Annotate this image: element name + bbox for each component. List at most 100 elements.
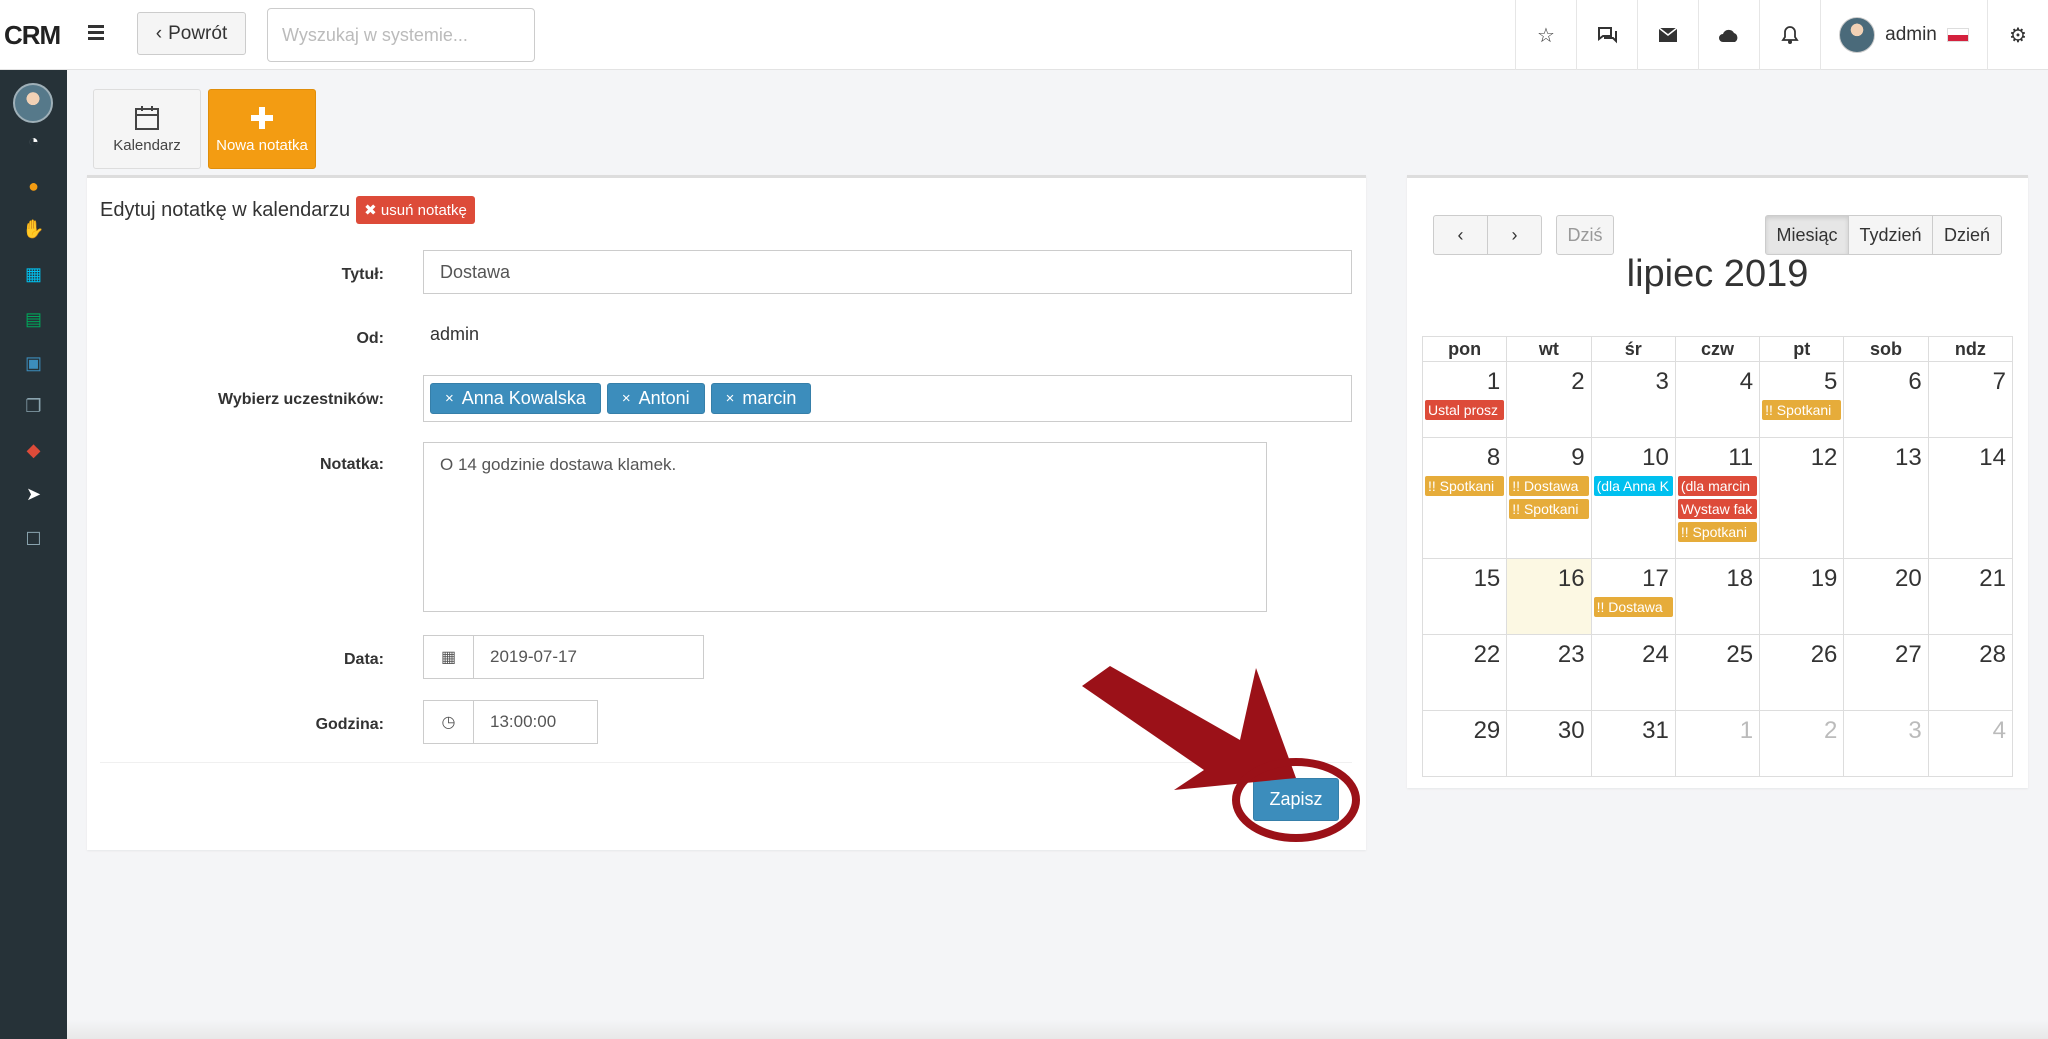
dashboard-icon[interactable]: ◔ xyxy=(0,126,67,156)
next-month-button[interactable]: › xyxy=(1487,215,1542,255)
calendar-event[interactable]: Wystaw fak xyxy=(1677,499,1758,519)
day-number: 23 xyxy=(1557,641,1585,668)
envelope-icon[interactable] xyxy=(1637,0,1698,70)
day-cell[interactable]: 19 xyxy=(1759,558,1845,635)
calendar-event[interactable]: Ustal prosz xyxy=(1425,400,1505,420)
day-cell[interactable]: 4 xyxy=(1927,710,2014,777)
day-cell[interactable]: 24 xyxy=(1590,634,1676,711)
day-cell[interactable]: 8 !! Spotkani xyxy=(1421,437,1508,559)
users-icon[interactable]: ● xyxy=(0,171,67,201)
ticket-icon[interactable]: ◆ xyxy=(0,435,67,465)
date-input-group[interactable]: ▦ 2019-07-17 xyxy=(423,635,704,679)
title-input[interactable]: Dostawa xyxy=(423,250,1352,294)
day-cell[interactable]: 5 !! Spotkani xyxy=(1759,361,1845,438)
participant-tag[interactable]: × Antoni xyxy=(606,383,705,414)
time-input-group[interactable]: ◷ 13:00:00 xyxy=(423,700,598,744)
star-icon[interactable]: ☆ xyxy=(1515,0,1576,70)
note-icon[interactable]: ☐ xyxy=(0,524,67,554)
comments-icon[interactable] xyxy=(1576,0,1637,70)
remove-tag-icon[interactable]: × xyxy=(726,390,735,407)
day-cell[interactable]: 30 xyxy=(1506,710,1592,777)
date-input[interactable]: 2019-07-17 xyxy=(474,647,577,667)
day-number: 14 xyxy=(1979,444,2006,471)
participants-select[interactable]: × Anna Kowalska × Antoni × marcin xyxy=(423,375,1352,422)
calendar-event[interactable]: !! Spotkani xyxy=(1762,400,1842,420)
day-cell[interactable]: 18 xyxy=(1674,558,1761,635)
view-day-button[interactable]: Dzień xyxy=(1932,215,2002,255)
day-cell[interactable]: 9 !! Dostawa !! Spotkani xyxy=(1506,437,1592,559)
cloud-icon[interactable] xyxy=(1698,0,1759,70)
calendar-button[interactable]: Kalendarz xyxy=(93,89,201,169)
day-cell[interactable]: 7 xyxy=(1927,361,2014,438)
calendar-event[interactable]: !! Spotkani xyxy=(1509,499,1589,519)
copy-icon[interactable]: ❐ xyxy=(0,391,67,421)
day-cell[interactable]: 1 Ustal prosz xyxy=(1421,361,1508,438)
calendar-event[interactable]: !! Dostawa xyxy=(1509,476,1589,496)
calendar-icon: ▦ xyxy=(424,636,474,678)
view-week-button[interactable]: Tydzień xyxy=(1848,215,1933,255)
day-cell[interactable]: 6 xyxy=(1843,361,1929,438)
sidebar-avatar[interactable] xyxy=(13,83,53,123)
calendar-event[interactable]: !! Spotkani xyxy=(1425,476,1505,496)
participant-tag[interactable]: × marcin xyxy=(710,383,812,414)
calendar-icon[interactable]: ▦ xyxy=(0,259,67,289)
clock-icon: ◷ xyxy=(424,701,474,743)
poland-flag-icon xyxy=(1946,28,1969,42)
pdf-icon[interactable]: ▣ xyxy=(0,348,67,378)
day-cell[interactable]: 23 xyxy=(1506,634,1592,711)
user-menu[interactable]: admin xyxy=(1820,0,1987,70)
day-cell[interactable]: 1 xyxy=(1674,710,1761,777)
day-cell[interactable]: 31 xyxy=(1590,710,1676,777)
day-cell[interactable]: 26 xyxy=(1759,634,1845,711)
weekday-header: ndz xyxy=(1927,336,2014,362)
calendar-event[interactable]: !! Dostawa xyxy=(1593,597,1673,617)
day-cell[interactable]: 12 xyxy=(1759,437,1845,559)
participant-name: Anna Kowalska xyxy=(461,388,586,408)
day-cell[interactable]: 16 xyxy=(1506,558,1592,635)
calendar-event[interactable]: (dla Anna K xyxy=(1593,476,1673,496)
day-cell[interactable]: 21 xyxy=(1927,558,2014,635)
top-navbar: CRM ‹ Powrót ☆ admin ⚙ xyxy=(0,0,2048,70)
day-cell[interactable]: 4 xyxy=(1674,361,1761,438)
remove-tag-icon[interactable]: × xyxy=(622,390,631,407)
calendar-event[interactable]: (dla marcin xyxy=(1677,476,1758,496)
day-cell[interactable]: 28 xyxy=(1927,634,2014,711)
day-cell[interactable]: 10 (dla Anna K xyxy=(1590,437,1676,559)
new-note-button[interactable]: Nowa notatka xyxy=(208,89,316,169)
day-cell[interactable]: 22 xyxy=(1421,634,1508,711)
day-cell[interactable]: 13 xyxy=(1843,437,1929,559)
day-number: 15 xyxy=(1473,565,1501,592)
user-name: admin xyxy=(1885,24,1937,45)
search-input[interactable] xyxy=(267,8,535,62)
document-icon[interactable]: ▤ xyxy=(0,304,67,334)
menu-toggle-icon[interactable] xyxy=(84,22,108,46)
brand-logo[interactable]: CRM xyxy=(4,20,61,51)
day-cell[interactable]: 2 xyxy=(1506,361,1592,438)
day-cell[interactable]: 3 xyxy=(1843,710,1929,777)
view-month-button[interactable]: Miesiąc xyxy=(1765,215,1849,255)
day-cell[interactable]: 20 xyxy=(1843,558,1929,635)
note-textarea[interactable]: O 14 godzinie dostawa klamek. xyxy=(423,442,1267,612)
remove-tag-icon[interactable]: × xyxy=(445,390,454,407)
time-input[interactable]: 13:00:00 xyxy=(474,712,556,732)
day-cell[interactable]: 25 xyxy=(1674,634,1761,711)
bell-icon[interactable] xyxy=(1759,0,1820,70)
day-cell[interactable]: 27 xyxy=(1843,634,1929,711)
day-cell[interactable]: 29 xyxy=(1421,710,1508,777)
weekday-header: sob xyxy=(1843,336,1929,362)
handshake-icon[interactable]: ✋ xyxy=(0,214,67,244)
day-cell[interactable]: 11 (dla marcin Wystaw fak !! Spotkani xyxy=(1674,437,1761,559)
day-cell[interactable]: 14 xyxy=(1927,437,2014,559)
participant-tag[interactable]: × Anna Kowalska xyxy=(430,383,601,414)
delete-note-button[interactable]: ✖ usuń notatkę xyxy=(356,196,475,224)
day-cell[interactable]: 3 xyxy=(1590,361,1676,438)
calendar-event[interactable]: !! Spotkani xyxy=(1677,522,1758,542)
gears-icon[interactable]: ⚙ xyxy=(1987,0,2048,70)
prev-month-button[interactable]: ‹ xyxy=(1433,215,1488,255)
back-button[interactable]: ‹ Powrót xyxy=(137,12,246,55)
send-icon[interactable]: ➤ xyxy=(0,479,67,509)
day-cell[interactable]: 2 xyxy=(1759,710,1845,777)
today-button[interactable]: Dziś xyxy=(1556,215,1614,255)
day-cell[interactable]: 17 !! Dostawa xyxy=(1590,558,1676,635)
day-cell[interactable]: 15 xyxy=(1421,558,1508,635)
